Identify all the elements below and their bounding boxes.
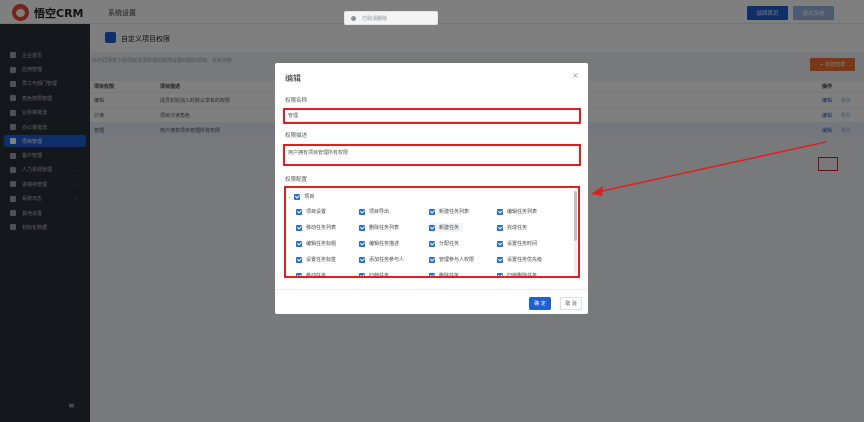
close-icon[interactable]: ×: [572, 71, 579, 80]
name-highlight-box: [283, 108, 581, 124]
edit-dialog: 编辑 × 权限名称 权限描述 用户拥有项目管理所有权限 权限配置 ⌄ 项目 项目…: [275, 63, 588, 314]
dialog-title: 编辑: [285, 74, 301, 83]
info-icon: [351, 15, 356, 21]
name-label: 权限名称: [285, 98, 308, 104]
cancel-button[interactable]: 取 消: [560, 297, 582, 310]
config-highlight-box: [284, 186, 580, 278]
dialog-footer-divider: [275, 289, 588, 290]
desc-label: 权限描述: [285, 133, 308, 139]
config-label: 权限配置: [285, 177, 308, 183]
desc-highlight-box: [283, 144, 581, 166]
toast-text: 已取消删除: [362, 15, 388, 22]
toast-message: 已取消删除: [344, 11, 438, 25]
confirm-button[interactable]: 确 定: [529, 297, 551, 310]
